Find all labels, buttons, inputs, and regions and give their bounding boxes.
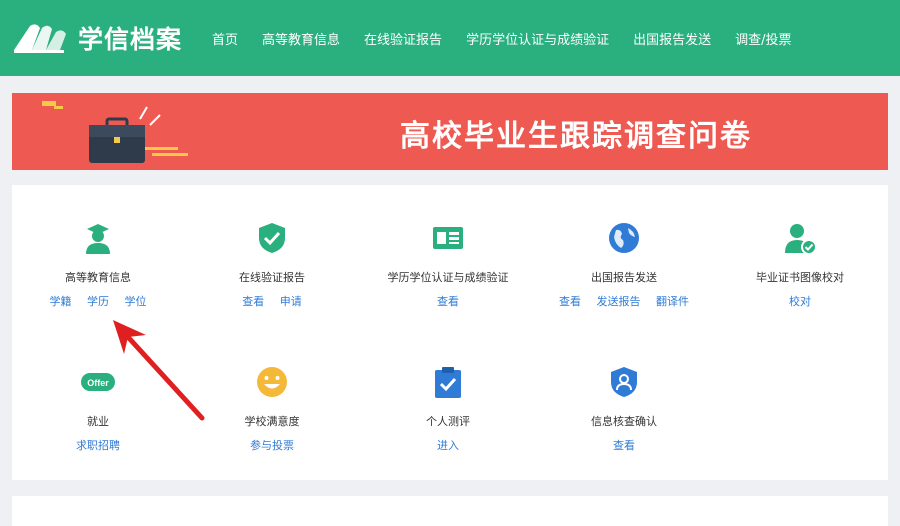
logo-text: 学信档案 xyxy=(78,25,183,54)
survey-banner[interactable]: 高校毕业生跟踪调查问卷 xyxy=(12,93,888,170)
service-name: 学历学位认证与成绩验证 xyxy=(387,271,509,284)
shield-user-icon[interactable] xyxy=(607,365,641,399)
link-job-recruitment[interactable]: 求职招聘 xyxy=(76,439,120,452)
service-info-verification: 信息核查确认 查看 xyxy=(536,365,712,453)
service-employment: Offer 就业 求职招聘 xyxy=(10,365,186,453)
id-card-icon[interactable] xyxy=(431,221,465,255)
service-name: 个人测评 xyxy=(426,415,470,428)
banner-title: 高校毕业生跟踪调查问卷 xyxy=(400,119,752,154)
link-send-report[interactable]: 发送报告 xyxy=(597,295,641,308)
service-personal-assessment: 个人测评 进入 xyxy=(360,365,536,453)
service-higher-education-info: 高等教育信息 学籍 学历 学位 xyxy=(10,221,186,309)
book-logo-icon xyxy=(14,24,66,53)
briefcase-illustration-icon xyxy=(42,101,188,163)
link-view[interactable]: 查看 xyxy=(437,295,459,308)
service-name: 信息核查确认 xyxy=(591,415,657,428)
service-diploma-image-proofing: 毕业证书图像校对 校对 xyxy=(712,221,888,309)
graduate-icon[interactable] xyxy=(81,221,115,255)
service-name: 高等教育信息 xyxy=(65,271,131,284)
link-translation[interactable]: 翻译件 xyxy=(656,295,689,308)
service-degree-certification: 学历学位认证与成绩验证 查看 xyxy=(360,221,536,309)
service-name: 学校满意度 xyxy=(244,415,300,428)
link-view[interactable]: 查看 xyxy=(242,295,264,308)
service-name: 毕业证书图像校对 xyxy=(756,271,844,284)
service-online-verification-report: 在线验证报告 查看 申请 xyxy=(184,221,360,309)
service-school-satisfaction: 学校满意度 参与投票 xyxy=(184,365,360,453)
nav-home[interactable]: 首页 xyxy=(212,29,238,48)
service-name: 出国报告发送 xyxy=(591,271,657,284)
nav-degree-certification[interactable]: 学历学位认证与成绩验证 xyxy=(466,29,609,48)
top-header: 学信档案 首页 高等教育信息 在线验证报告 学历学位认证与成绩验证 出国报告发送… xyxy=(0,0,900,76)
link-academic-record[interactable]: 学历 xyxy=(87,295,109,308)
smile-icon[interactable] xyxy=(255,365,289,399)
link-degree[interactable]: 学位 xyxy=(125,295,147,308)
service-name: 在线验证报告 xyxy=(239,271,305,284)
services-panel: 高等教育信息 学籍 学历 学位 在线验证报告 查看 申请 学历学位认证与成绩验证… xyxy=(12,185,888,480)
nav-higher-education-info[interactable]: 高等教育信息 xyxy=(262,29,340,48)
link-view[interactable]: 查看 xyxy=(559,295,581,308)
link-apply[interactable]: 申请 xyxy=(280,295,302,308)
nav-overseas-report[interactable]: 出国报告发送 xyxy=(633,29,711,48)
nav-online-verification-report[interactable]: 在线验证报告 xyxy=(364,29,442,48)
clipboard-check-icon[interactable] xyxy=(431,365,465,399)
link-participate-vote[interactable]: 参与投票 xyxy=(250,439,294,452)
nav-survey-vote[interactable]: 调查/投票 xyxy=(735,29,791,48)
service-name: 就业 xyxy=(87,415,109,428)
link-view[interactable]: 查看 xyxy=(613,439,635,452)
secondary-panel xyxy=(12,496,888,526)
link-enrollment[interactable]: 学籍 xyxy=(50,295,72,308)
link-enter[interactable]: 进入 xyxy=(437,439,459,452)
offer-icon-text: Offer xyxy=(87,378,109,388)
main-nav: 首页 高等教育信息 在线验证报告 学历学位认证与成绩验证 出国报告发送 调查/投… xyxy=(212,29,791,48)
logo[interactable]: 学信档案 xyxy=(12,20,182,56)
globe-icon[interactable] xyxy=(607,221,641,255)
service-overseas-report: 出国报告发送 查看 发送报告 翻译件 xyxy=(536,221,712,309)
link-proofread[interactable]: 校对 xyxy=(789,295,811,308)
user-check-icon[interactable] xyxy=(783,221,817,255)
offer-icon[interactable]: Offer xyxy=(81,365,115,399)
shield-check-icon[interactable] xyxy=(255,221,289,255)
